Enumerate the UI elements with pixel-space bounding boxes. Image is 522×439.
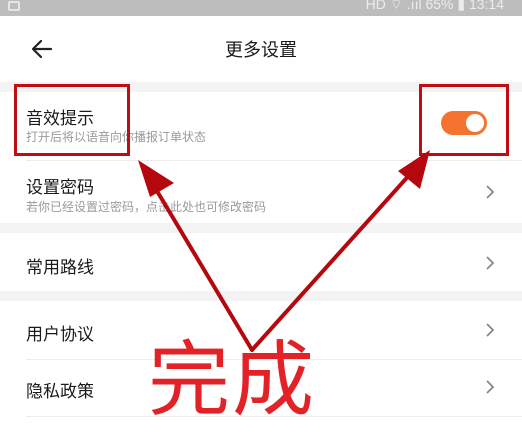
section-divider (0, 223, 522, 233)
setting-row-common-routes[interactable]: 常用路线 (0, 233, 522, 291)
setting-row-password[interactable]: 设置密码 若你已经设置过密码，点击此处也可修改密码 (0, 161, 522, 223)
highlight-box-toggle (419, 84, 509, 156)
chevron-right-icon (486, 323, 495, 337)
password-title: 设置密码 (26, 178, 94, 198)
privacy-policy-title: 隐私政策 (26, 382, 94, 402)
status-bar-indicators: HD ⌔ .ııl 65% ▮ 13:14 (365, 0, 504, 12)
section-divider (0, 291, 522, 301)
chevron-right-icon (486, 185, 495, 199)
status-bar: HD ⌔ .ııl 65% ▮ 13:14 (0, 0, 522, 16)
common-routes-title: 常用路线 (26, 258, 94, 278)
annotation-done-text: 完成 (148, 333, 317, 428)
page-title: 更多设置 (225, 40, 297, 61)
gallery-icon (8, 1, 20, 11)
chevron-right-icon (486, 256, 495, 270)
highlight-box-sound-tip (14, 84, 130, 156)
password-subtitle: 若你已经设置过密码，点击此处也可修改密码 (26, 200, 267, 214)
header: 更多设置 (0, 16, 522, 82)
user-agreement-title: 用户协议 (26, 325, 94, 345)
chevron-right-icon (486, 380, 495, 394)
